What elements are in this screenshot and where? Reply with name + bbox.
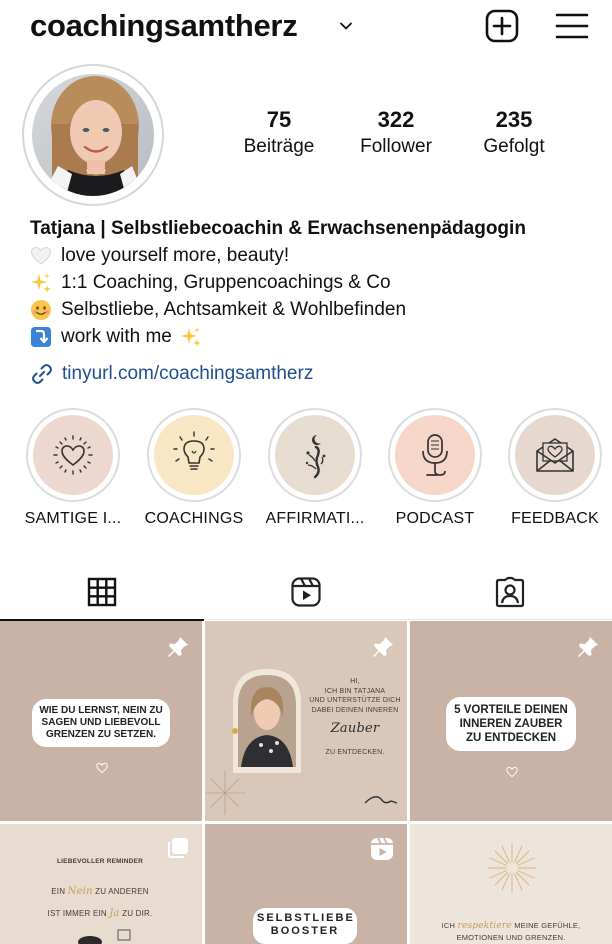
post-title: WIE DU LERNST, NEIN ZU SAGEN UND LIEBEVO… xyxy=(32,699,170,747)
stat-followers-value: 322 xyxy=(377,107,415,132)
highlight-feedback[interactable]: FEEDBACK xyxy=(499,408,611,528)
tagged-icon xyxy=(495,576,525,608)
white-heart-icon xyxy=(30,246,52,265)
bio-line: 1:1 Coaching, Gruppencoachings & Co xyxy=(30,269,600,296)
heart-doodle-icon xyxy=(33,415,113,495)
post-grid: WIE DU LERNST, NEIN ZU SAGEN UND LIEBEVO… xyxy=(0,621,612,944)
highlight-label: PODCAST xyxy=(395,510,475,527)
bio-line: love yourself more, beauty! xyxy=(30,242,600,269)
post-thumbnail[interactable]: WIE DU LERNST, NEIN ZU SAGEN UND LIEBEVO… xyxy=(0,621,202,821)
post-thumbnail[interactable]: ICH respektiere MEINE GEFÜHLE, EMOTIONEN… xyxy=(410,824,612,944)
reels-icon xyxy=(291,577,321,607)
arrow-down-icon xyxy=(31,326,51,347)
tab-reels[interactable] xyxy=(204,564,408,620)
smiling-face-icon xyxy=(31,299,51,320)
chevron-down-icon[interactable] xyxy=(338,18,354,34)
bio-line-text: 1:1 Coaching, Gruppencoachings & Co xyxy=(61,272,391,293)
highlight-ring xyxy=(268,408,362,502)
profile-bio: Tatjana | Selbstliebecoachin & Erwachsen… xyxy=(30,216,600,350)
heart-icon xyxy=(506,766,518,778)
hand-illustration xyxy=(78,929,131,944)
sparkles-icon xyxy=(180,326,201,347)
highlight-coachings[interactable]: COACHINGS xyxy=(138,408,250,528)
bio-line-text: work with me xyxy=(61,326,172,347)
lightbulb-icon xyxy=(154,415,234,495)
highlight-ring xyxy=(26,408,120,502)
sparkles-icon xyxy=(31,272,51,293)
highlight-label: COACHINGS xyxy=(144,510,244,527)
post-title: 5 VORTEILE DEINEN INNEREN ZAUBER ZU ENTD… xyxy=(446,697,576,751)
stat-posts[interactable]: 75 Beiträge xyxy=(219,108,339,160)
stat-following-label: Gefolgt xyxy=(483,136,545,157)
post-intro-text-end: ZU ENTDECKEN. xyxy=(325,749,385,756)
create-post-icon[interactable] xyxy=(484,8,520,44)
highlight-label: FEEDBACK xyxy=(511,510,599,527)
profile-header: coachingsamtherz xyxy=(0,0,612,56)
menu-icon[interactable] xyxy=(555,10,589,42)
bio-line-text: love yourself more, beauty! xyxy=(61,245,290,266)
highlight-label: AFFIRMATI... xyxy=(265,510,365,527)
bio-line: work with me xyxy=(30,323,600,350)
heart-icon xyxy=(96,762,108,774)
highlight-samtige[interactable]: SAMTIGE I... xyxy=(17,408,129,528)
stat-following-value: 235 xyxy=(495,107,533,132)
post-reminder-title: LIEBEVOLLER REMINDER xyxy=(57,858,143,865)
stat-followers-label: Follower xyxy=(360,136,432,157)
stat-posts-label: Beiträge xyxy=(243,136,315,157)
post-thumbnail[interactable]: SELBSTLIEBE BOOSTER xyxy=(205,824,407,944)
post-intro-text: HI, ICH BIN TATJANA UND UNTERSTÜTZE DICH… xyxy=(309,678,401,714)
bio-link-text[interactable]: tinyurl.com/coachingsamtherz xyxy=(62,363,313,385)
post-thumbnail[interactable]: HI, ICH BIN TATJANA UND UNTERSTÜTZE DICH… xyxy=(205,621,407,821)
post-title: SELBSTLIEBE BOOSTER xyxy=(253,908,357,944)
display-name: Tatjana | Selbstliebecoachin & Erwachsen… xyxy=(30,218,526,239)
post-reminder-line: EIN Nein ZU ANDEREN xyxy=(51,886,149,897)
tab-tagged[interactable] xyxy=(408,564,612,620)
microphone-icon xyxy=(395,415,475,495)
tab-grid[interactable] xyxy=(0,564,204,621)
post-thumbnail[interactable]: 5 VORTEILE DEINEN INNEREN ZAUBER ZU ENTD… xyxy=(410,621,612,821)
stat-posts-value: 75 xyxy=(266,107,292,132)
bio-line-text: Selbstliebe, Achtsamkeit & Wohlbefinden xyxy=(61,299,407,320)
highlight-podcast[interactable]: PODCAST xyxy=(379,408,491,528)
profile-avatar-ring[interactable] xyxy=(22,64,164,206)
pinned-icon xyxy=(578,637,598,657)
profile-tabs xyxy=(0,564,612,621)
bio-line: Selbstliebe, Achtsamkeit & Wohlbefinden xyxy=(30,296,600,323)
post-reminder-line: IST IMMER EIN Ja ZU DIR. xyxy=(47,908,153,919)
highlight-ring xyxy=(508,408,602,502)
envelope-heart-icon xyxy=(515,415,595,495)
highlight-label: SAMTIGE I... xyxy=(24,510,122,527)
username[interactable]: coachingsamtherz xyxy=(30,8,298,44)
highlight-affirmationen[interactable]: AFFIRMATI... xyxy=(259,408,371,528)
post-thumbnail[interactable]: LIEBEVOLLER REMINDER EIN Nein ZU ANDEREN… xyxy=(0,824,202,944)
link-icon xyxy=(32,364,52,384)
grid-icon xyxy=(87,577,117,606)
reel-icon xyxy=(371,837,393,860)
stat-followers[interactable]: 322 Follower xyxy=(336,108,456,160)
pinned-icon xyxy=(168,637,188,657)
post-quote-text: ICH respektiere MEINE GEFÜHLE, EMOTIONEN… xyxy=(441,921,581,942)
post-script-text: Zauber xyxy=(330,721,380,736)
moon-flower-icon xyxy=(275,415,355,495)
highlight-ring xyxy=(388,408,482,502)
bio-link[interactable]: tinyurl.com/coachingsamtherz xyxy=(30,362,313,386)
avatar xyxy=(32,74,154,196)
stat-following[interactable]: 235 Gefolgt xyxy=(454,108,574,160)
carousel-icon xyxy=(168,838,188,858)
highlight-ring xyxy=(147,408,241,502)
sun-rays-icon xyxy=(487,843,537,893)
